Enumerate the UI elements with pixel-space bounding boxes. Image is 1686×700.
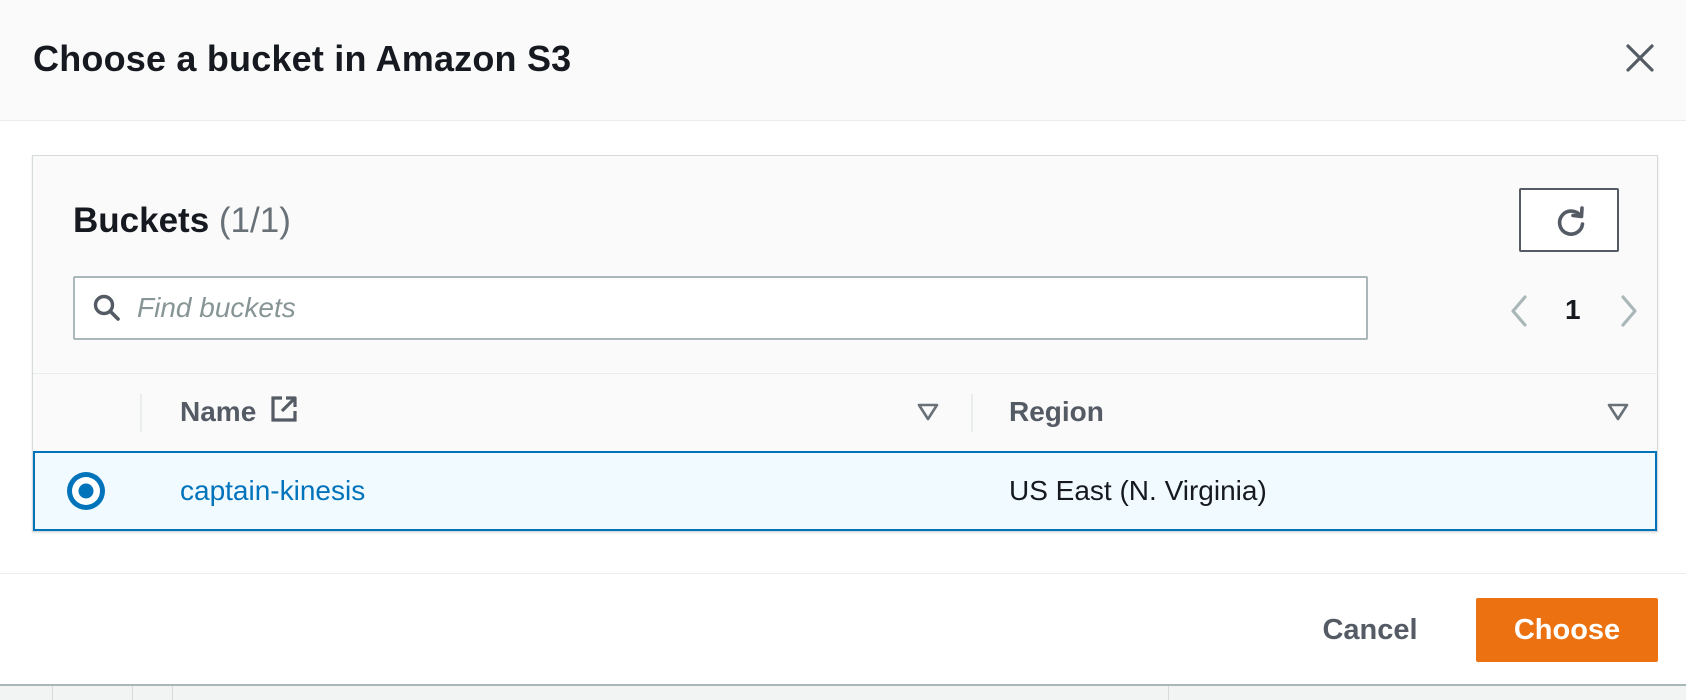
cancel-button[interactable]: Cancel <box>1300 598 1440 662</box>
search-input[interactable] <box>137 278 1357 338</box>
bucket-name-link[interactable]: captain-kinesis <box>180 475 365 507</box>
buckets-heading-label: Buckets <box>73 201 210 240</box>
buckets-count: (1/1) <box>218 201 291 240</box>
sort-down-icon[interactable] <box>1607 402 1629 422</box>
choose-button[interactable]: Choose <box>1476 598 1658 662</box>
table-row[interactable]: captain-kinesis US East (N. Virginia) <box>33 451 1657 531</box>
background-divider <box>172 686 173 700</box>
refresh-button[interactable] <box>1519 188 1619 252</box>
chevron-left-icon[interactable] <box>1503 291 1533 331</box>
refresh-icon <box>1557 206 1585 236</box>
chevron-right-icon[interactable] <box>1615 291 1645 331</box>
modal-title: Choose a bucket in Amazon S3 <box>33 38 572 79</box>
sort-down-icon[interactable] <box>917 402 939 422</box>
background-page-strip <box>0 686 1686 700</box>
buckets-table: Buckets (1/1) 1 <box>32 155 1658 532</box>
background-divider <box>1168 686 1169 700</box>
background-divider <box>52 686 53 700</box>
column-header-name[interactable]: Name <box>180 396 256 428</box>
choose-bucket-modal: Choose a bucket in Amazon S3 Buckets (1/… <box>0 0 1686 686</box>
column-header-region[interactable]: Region <box>1009 396 1104 428</box>
buckets-heading: Buckets (1/1) <box>73 201 291 241</box>
search-box <box>73 276 1368 340</box>
radio-selected-icon[interactable] <box>65 470 107 512</box>
modal-footer-divider <box>0 573 1686 574</box>
column-divider <box>971 394 973 432</box>
background-divider <box>132 686 133 700</box>
modal-header: Choose a bucket in Amazon S3 <box>0 0 1686 121</box>
external-link-icon[interactable] <box>269 394 299 424</box>
close-icon[interactable] <box>1620 38 1660 78</box>
page-number[interactable]: 1 <box>1565 294 1581 326</box>
table-header: Name Region <box>33 373 1657 451</box>
bucket-region: US East (N. Virginia) <box>1009 475 1267 506</box>
column-divider <box>140 394 142 432</box>
search-icon <box>93 294 120 321</box>
